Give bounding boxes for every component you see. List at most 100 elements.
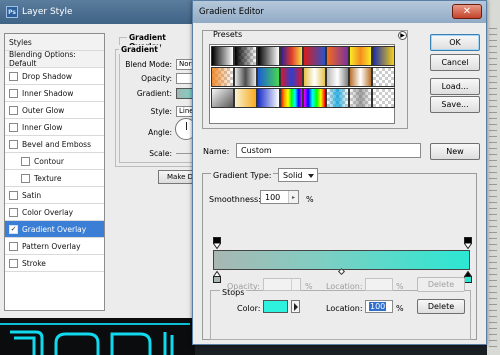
close-button[interactable]: ✕ [452, 4, 482, 19]
preset-swatch[interactable] [257, 88, 280, 108]
style-item[interactable]: Pattern Overlay [5, 238, 104, 255]
styles-header[interactable]: Styles [5, 34, 104, 51]
presets-menu-button[interactable]: ▶ [398, 31, 407, 40]
smoothness-input[interactable]: 100 ▸ [260, 190, 299, 204]
preset-swatch[interactable] [303, 67, 326, 87]
document-edge-stripe [489, 346, 497, 347]
style-checkbox[interactable] [9, 139, 18, 149]
stop-color-swatch[interactable] [263, 300, 288, 313]
styles-list: Styles Blending Options: Default Drop Sh… [4, 33, 105, 311]
document-edge-stripe [489, 118, 497, 119]
preset-swatch[interactable] [234, 67, 257, 87]
style-item[interactable]: Outer Glow [5, 102, 104, 119]
opacity-stop-left[interactable] [213, 237, 221, 249]
stop-color-location-value: 100 [369, 302, 387, 311]
gradient-editor-title: Gradient Editor [199, 7, 264, 17]
preset-swatch[interactable] [211, 46, 234, 66]
style-checkbox[interactable]: ✓ [9, 224, 18, 234]
preset-swatch[interactable] [280, 67, 303, 87]
stop-opacity-input[interactable] [263, 278, 301, 291]
style-item[interactable]: Stroke [5, 255, 104, 272]
preset-swatch[interactable] [211, 88, 234, 108]
style-item[interactable]: Texture [5, 170, 104, 187]
preset-swatch[interactable] [257, 46, 280, 66]
preset-swatch[interactable] [349, 46, 372, 66]
style-checkbox[interactable] [9, 122, 18, 132]
color-stop-delete-button[interactable]: Delete [417, 299, 465, 314]
load-button[interactable]: Load... [430, 78, 480, 95]
gradient-type-select[interactable]: Solid [278, 168, 318, 182]
style-item[interactable]: Drop Shadow [5, 68, 104, 85]
make-default-button[interactable]: Make D [158, 170, 196, 184]
style-item[interactable]: Inner Glow [5, 119, 104, 136]
preset-swatch[interactable] [234, 88, 257, 108]
preset-swatch[interactable] [326, 46, 349, 66]
blending-options-item[interactable]: Blending Options: Default [5, 50, 104, 68]
chevron-down-icon [308, 174, 314, 178]
stop-opacity-dropdown-icon [291, 279, 300, 290]
style-checkbox[interactable] [9, 88, 18, 98]
ok-button[interactable]: OK [430, 34, 480, 51]
document-edge-stripe [489, 28, 497, 29]
style-checkbox[interactable] [9, 207, 18, 217]
style-checkbox[interactable] [9, 71, 18, 81]
preset-swatch[interactable] [372, 88, 395, 108]
stop-color-location-input[interactable]: 100 [365, 300, 393, 313]
style-item-label: Inner Shadow [22, 88, 74, 98]
style-item[interactable]: Inner Shadow [5, 85, 104, 102]
color-stop-right[interactable] [464, 271, 472, 283]
style-item[interactable]: Contour [5, 153, 104, 170]
layer-style-titlebar[interactable]: Ps Layer Style [0, 0, 195, 24]
style-label: Style: [150, 107, 172, 116]
preset-swatch[interactable] [326, 67, 349, 87]
document-edge-stripe [489, 262, 497, 263]
document-edge-stripe [489, 166, 497, 167]
preset-swatch[interactable] [372, 67, 395, 87]
style-checkbox[interactable] [9, 190, 18, 200]
new-button[interactable]: New [430, 143, 480, 160]
save-button[interactable]: Save... [430, 96, 480, 113]
style-item[interactable]: Bevel and Emboss [5, 136, 104, 153]
style-checkbox[interactable] [21, 156, 30, 166]
stop-color-menu-icon[interactable] [291, 300, 300, 313]
preset-swatch[interactable] [234, 46, 257, 66]
stop-opacity-location-input[interactable] [365, 278, 393, 291]
stop-color-location-unit: % [396, 304, 404, 313]
preset-swatch[interactable] [257, 67, 280, 87]
preset-swatch[interactable] [326, 88, 349, 108]
opacity-stop-right[interactable] [464, 237, 472, 249]
layer-style-title: Layer Style [22, 7, 73, 17]
style-item[interactable]: ✓ Gradient Overlay [5, 221, 104, 238]
style-checkbox[interactable] [9, 258, 18, 268]
preset-swatch[interactable] [349, 67, 372, 87]
document-edge-stripe [489, 94, 497, 95]
background-document-edge [487, 0, 500, 355]
document-edge-stripe [489, 52, 497, 53]
blending-options-label: Blending Options: Default [9, 50, 76, 68]
preset-swatch[interactable] [303, 46, 326, 66]
gradient-editor-titlebar[interactable]: Gradient Editor ✕ [193, 1, 486, 23]
preset-swatch[interactable] [280, 88, 303, 108]
document-edge-stripe [489, 34, 497, 35]
name-label: Name: [203, 147, 230, 156]
document-edge-stripe [489, 220, 497, 221]
layer-style-dialog: Ps Layer Style Styles Blending Options: … [0, 0, 199, 318]
preset-swatch[interactable] [349, 88, 372, 108]
style-item-label: Color Overlay [22, 207, 74, 217]
preset-swatch[interactable] [280, 46, 303, 66]
style-checkbox[interactable] [9, 241, 18, 251]
preset-swatch[interactable] [303, 88, 326, 108]
color-stop-left[interactable] [213, 271, 221, 283]
preset-swatch[interactable] [372, 46, 395, 66]
style-checkbox[interactable] [9, 105, 18, 115]
stop-color-label: Color: [237, 304, 261, 313]
cancel-button[interactable]: Cancel [430, 54, 480, 71]
document-edge-stripe [489, 298, 497, 299]
name-input[interactable]: Custom [236, 143, 421, 158]
preset-swatch[interactable] [211, 67, 234, 87]
style-item[interactable]: Satin [5, 187, 104, 204]
smoothness-dropdown-icon[interactable]: ▸ [288, 191, 298, 203]
opacity-stop-delete-button[interactable]: Delete [417, 277, 465, 292]
style-checkbox[interactable] [21, 173, 30, 183]
style-item[interactable]: Color Overlay [5, 204, 104, 221]
